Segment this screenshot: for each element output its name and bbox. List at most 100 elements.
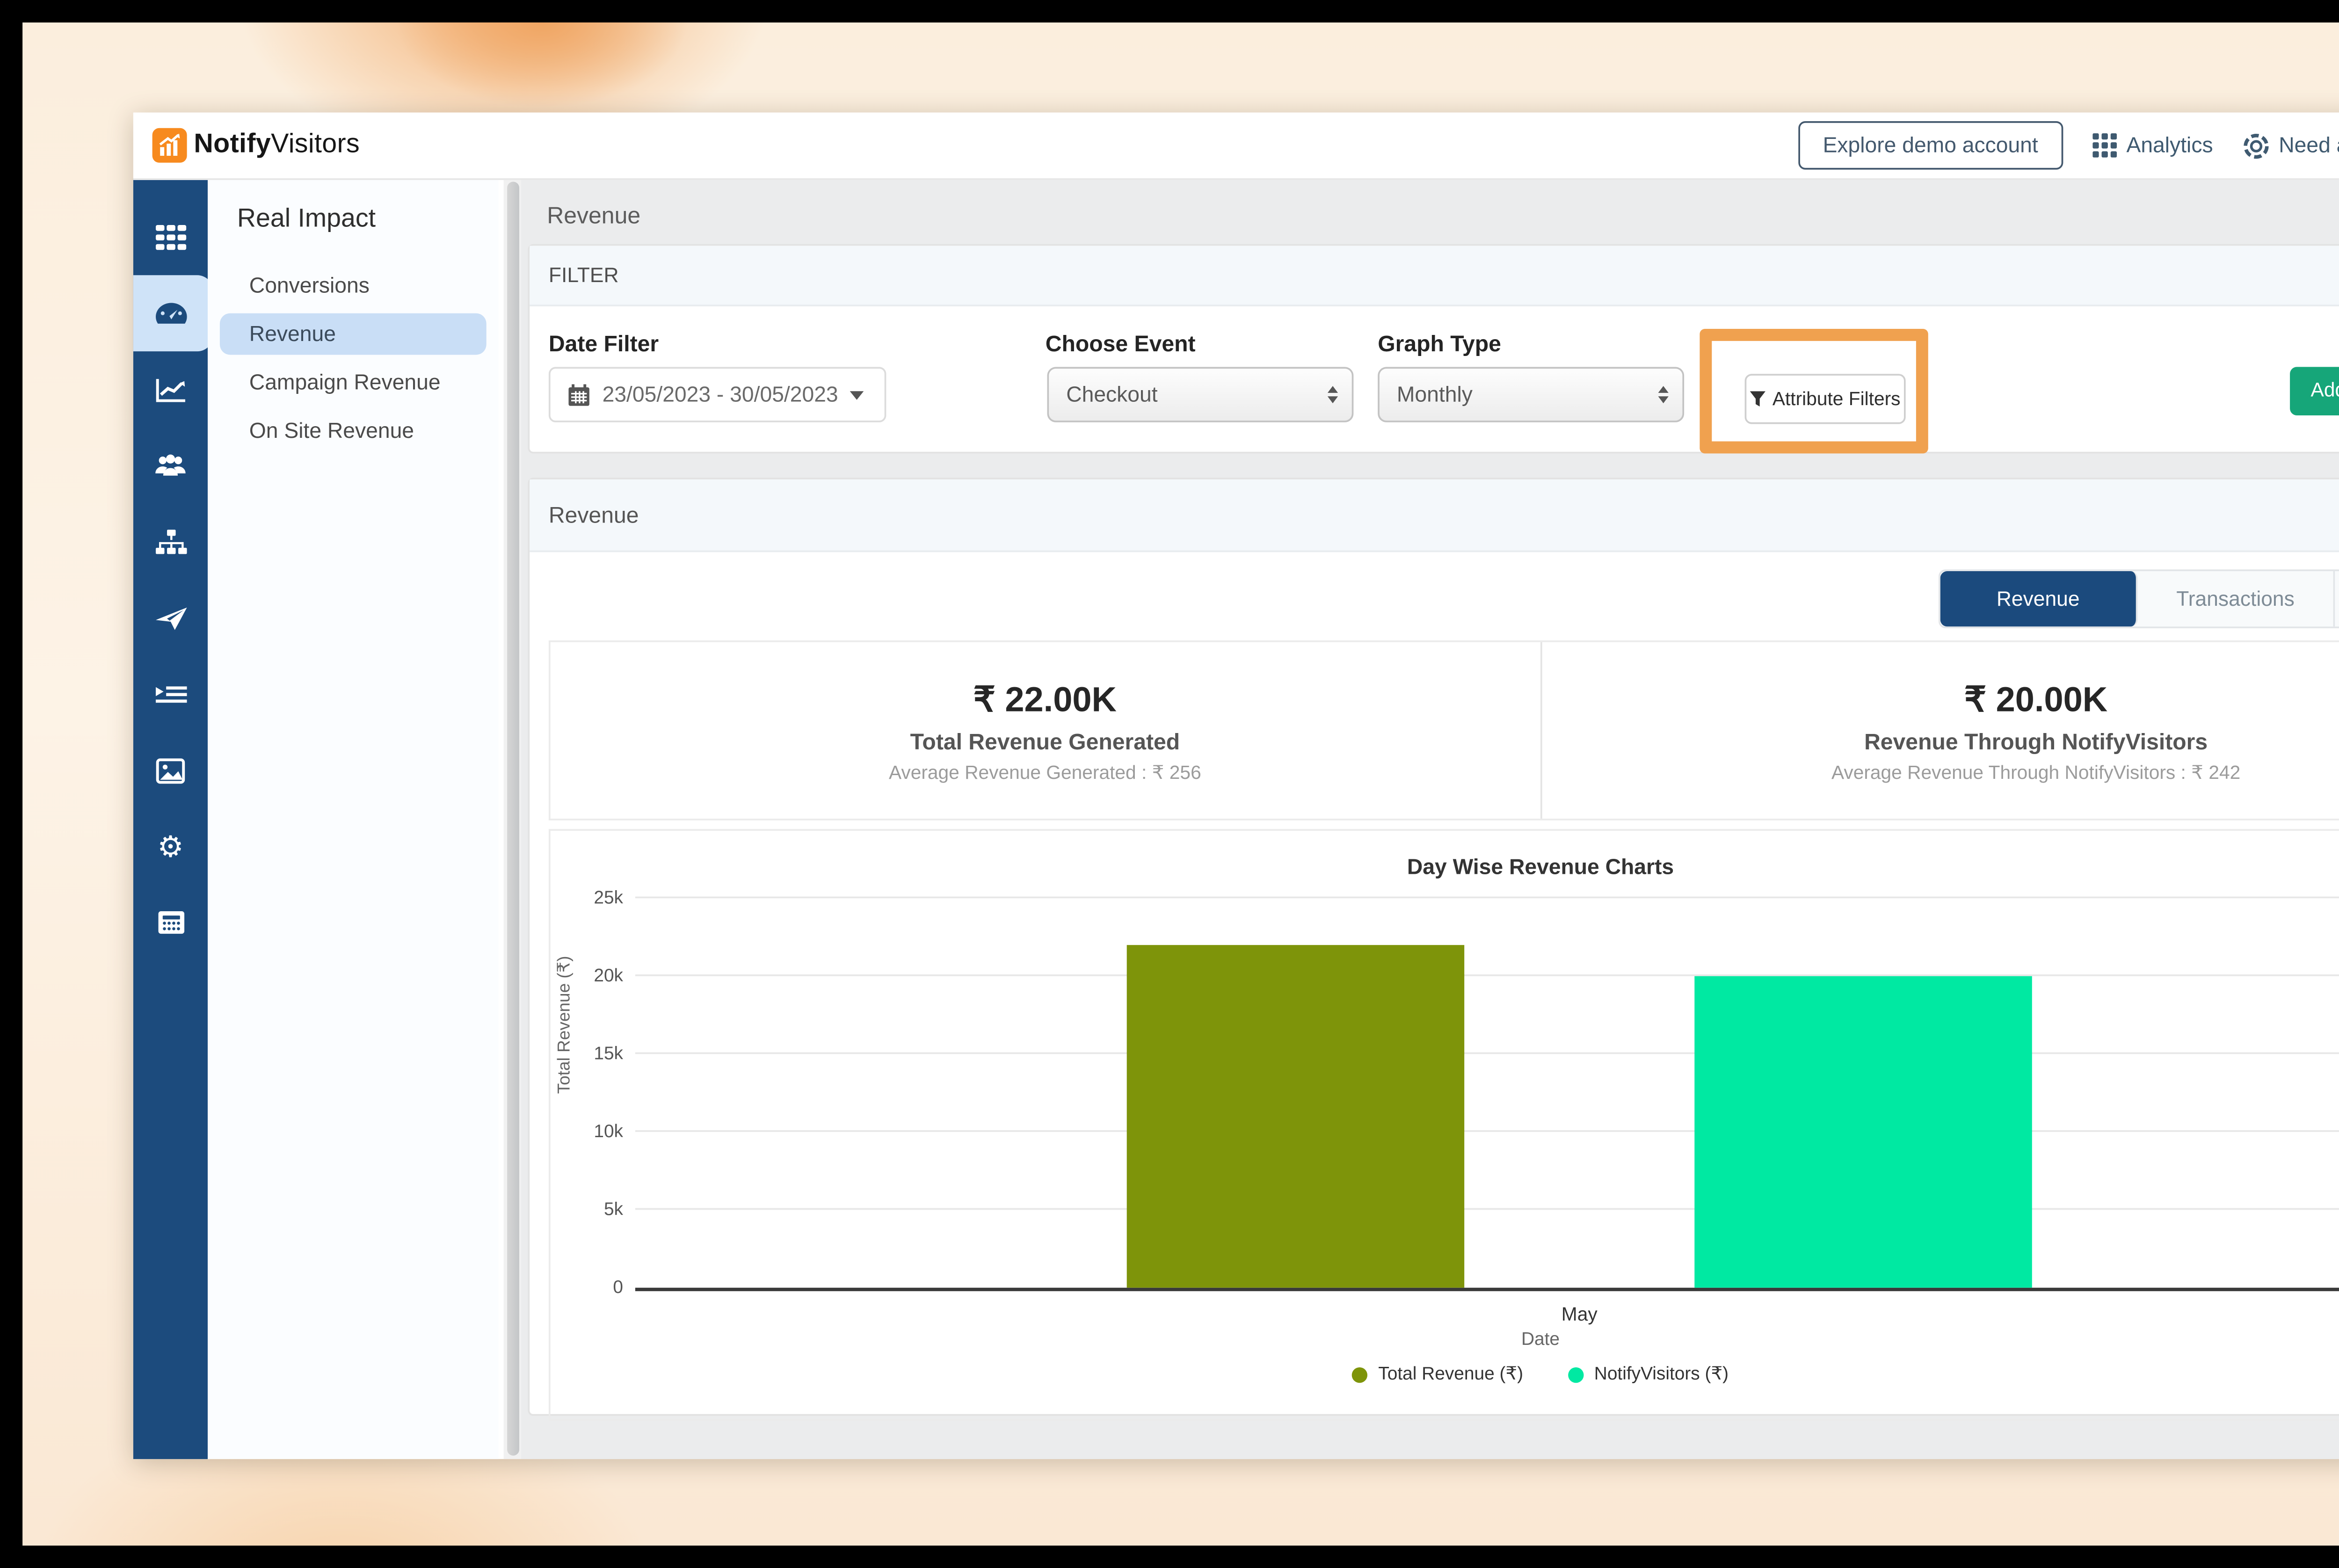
gauge-icon [153, 301, 188, 326]
y-tick-label: 10k [551, 1122, 623, 1142]
date-range-picker[interactable]: 23/05/2023 - 30/05/2023 [549, 367, 886, 422]
need-help-menu[interactable]: Need a Help? [2243, 132, 2339, 159]
logo-chart-icon [153, 128, 187, 163]
revenue-card: Revenue Revenue Transactions Paying user… [528, 478, 2339, 1416]
sidebar-item-analytics[interactable] [133, 351, 208, 428]
choose-event-value: Checkout [1066, 383, 1157, 407]
select-arrows-icon [1658, 386, 1669, 403]
gear-icon: ⚙ [157, 832, 183, 861]
nav-item-revenue[interactable]: Revenue [220, 313, 487, 355]
chart-legend: Total Revenue (₹) NotifyVisitors (₹) [551, 1364, 2339, 1385]
chart-plot [635, 898, 2339, 1291]
stat-value: ₹ 22.00K [973, 678, 1117, 721]
sidebar-item-billing[interactable] [133, 885, 208, 961]
users-icon [154, 453, 187, 478]
day-wise-revenue-chart: Day Wise Revenue Charts Total Revenue (₹… [549, 829, 2339, 1421]
analytics-menu[interactable]: Analytics [2092, 133, 2213, 158]
gridline [635, 897, 2339, 899]
caret-down-icon [850, 390, 864, 399]
tab-revenue[interactable]: Revenue [1940, 571, 2138, 626]
analytics-label: Analytics [2127, 133, 2213, 158]
revenue-stats: ₹ 22.00K Total Revenue Generated Average… [549, 640, 2339, 820]
icon-sidebar: ⚙ [133, 178, 208, 1459]
chart-title: Day Wise Revenue Charts [551, 855, 2339, 879]
graph-type-value: Monthly [1397, 383, 1473, 407]
stat-total-revenue: ₹ 22.00K Total Revenue Generated Average… [551, 642, 1540, 819]
choose-event-select[interactable]: Checkout [1047, 367, 1354, 422]
notifyvisitors-logo[interactable]: NotifyVisitors [133, 128, 360, 163]
x-axis-title: Date [551, 1329, 2339, 1350]
stat-subtext: Average Revenue Generated : ₹ 256 [889, 761, 1201, 783]
image-icon [156, 757, 185, 784]
sidebar-item-apps[interactable] [133, 199, 208, 276]
sidebar-item-campaigns[interactable] [133, 580, 208, 656]
legend-item[interactable]: NotifyVisitors (₹) [1568, 1364, 1729, 1385]
bar-Total Revenue (₹)[interactable] [1127, 945, 1465, 1288]
explore-demo-account-button[interactable]: Explore demo account [1799, 121, 2063, 170]
tab-paying-user[interactable]: Paying user [2335, 571, 2339, 626]
logo-text: NotifyVisitors [194, 130, 360, 161]
real-impact-panel: Real Impact Conversions Revenue Campaign… [208, 178, 499, 1459]
paper-plane-icon [155, 605, 186, 631]
date-range-value: 23/05/2023 - 30/05/2023 [603, 383, 838, 407]
gridline [635, 1208, 2339, 1210]
graph-type-label: Graph Type [1378, 331, 1501, 357]
sidebar-item-audience[interactable] [133, 428, 208, 504]
playlist-icon [155, 683, 186, 705]
gridline [635, 1130, 2339, 1132]
revenue-card-header: Revenue [530, 479, 2339, 552]
header-right: Explore demo account Analytics Need a He… [1799, 120, 2339, 170]
sidebar-item-settings[interactable]: ⚙ [133, 808, 208, 885]
attribute-filters-button[interactable]: Attribute Filters [1745, 374, 1906, 424]
graph-type-select[interactable]: Monthly [1378, 367, 1684, 422]
app-window: NotifyVisitors Explore demo account Anal… [133, 113, 2339, 1459]
y-tick-label: 5k [551, 1199, 623, 1220]
tab-transactions[interactable]: Transactions [2138, 571, 2335, 626]
sidebar-item-journeys[interactable] [133, 656, 208, 732]
stat-notifyvisitors-revenue: ₹ 20.00K Revenue Through NotifyVisitors … [1540, 642, 2339, 819]
attribute-filters-label: Attribute Filters [1772, 389, 1901, 409]
stat-label: Revenue Through NotifyVisitors [1864, 728, 2208, 754]
life-ring-icon [2243, 132, 2269, 159]
legend-item[interactable]: Total Revenue (₹) [1352, 1364, 1523, 1385]
filter-card-header: FILTER [530, 246, 2339, 306]
vertical-scrollbar [504, 178, 521, 1459]
filter-card: FILTER Date Filter Choose Event Graph Ty… [528, 244, 2339, 454]
bar-NotifyVisitors (₹)[interactable] [1693, 976, 2032, 1288]
grid-apps-icon [2092, 133, 2116, 158]
nav-item-conversions[interactable]: Conversions [220, 265, 487, 306]
choose-event-label: Choose Event [1046, 331, 1196, 357]
y-tick-label: 15k [551, 1044, 623, 1064]
select-arrows-icon [1328, 386, 1338, 403]
stat-value: ₹ 20.00K [1964, 678, 2107, 721]
nav-item-campaign-revenue[interactable]: Campaign Revenue [220, 362, 487, 403]
line-chart-icon [155, 377, 186, 403]
date-filter-label: Date Filter [549, 331, 659, 357]
x-tick-label: May [1562, 1305, 1598, 1326]
sidebar-item-segments[interactable] [133, 504, 208, 580]
top-header: NotifyVisitors Explore demo account Anal… [133, 113, 2339, 180]
stat-subtext: Average Revenue Through NotifyVisitors :… [1831, 761, 2240, 783]
main-content: Revenue FILTER Date Filter Choose Event … [521, 178, 2339, 1459]
y-tick-label: 20k [551, 966, 623, 987]
sidebar-item-media[interactable] [133, 732, 208, 808]
sidebar-item-dashboard[interactable] [133, 275, 208, 351]
legend-label: NotifyVisitors (₹) [1594, 1364, 1729, 1385]
nav-item-on-site-revenue[interactable]: On Site Revenue [220, 410, 487, 452]
stat-label: Total Revenue Generated [910, 728, 1180, 754]
legend-label: Total Revenue (₹) [1378, 1364, 1523, 1385]
calculator-icon [157, 910, 184, 935]
need-help-label: Need a Help? [2279, 133, 2339, 158]
grid-icon [155, 224, 186, 250]
panel-title: Real Impact [208, 204, 499, 234]
funnel-icon [1750, 390, 1765, 407]
add-more-event-button[interactable]: Add More Event [2290, 367, 2339, 415]
page-title: Revenue [547, 203, 2339, 229]
scrollbar-thumb[interactable] [506, 182, 518, 1456]
legend-dot-icon [1352, 1366, 1368, 1382]
legend-dot-icon [1568, 1366, 1584, 1382]
gridline [635, 974, 2339, 976]
y-tick-label: 25k [551, 888, 623, 908]
revenue-tabs: Revenue Transactions Paying user [1939, 569, 2339, 628]
screenshot-stage: NotifyVisitors Explore demo account Anal… [0, 0, 2339, 1568]
